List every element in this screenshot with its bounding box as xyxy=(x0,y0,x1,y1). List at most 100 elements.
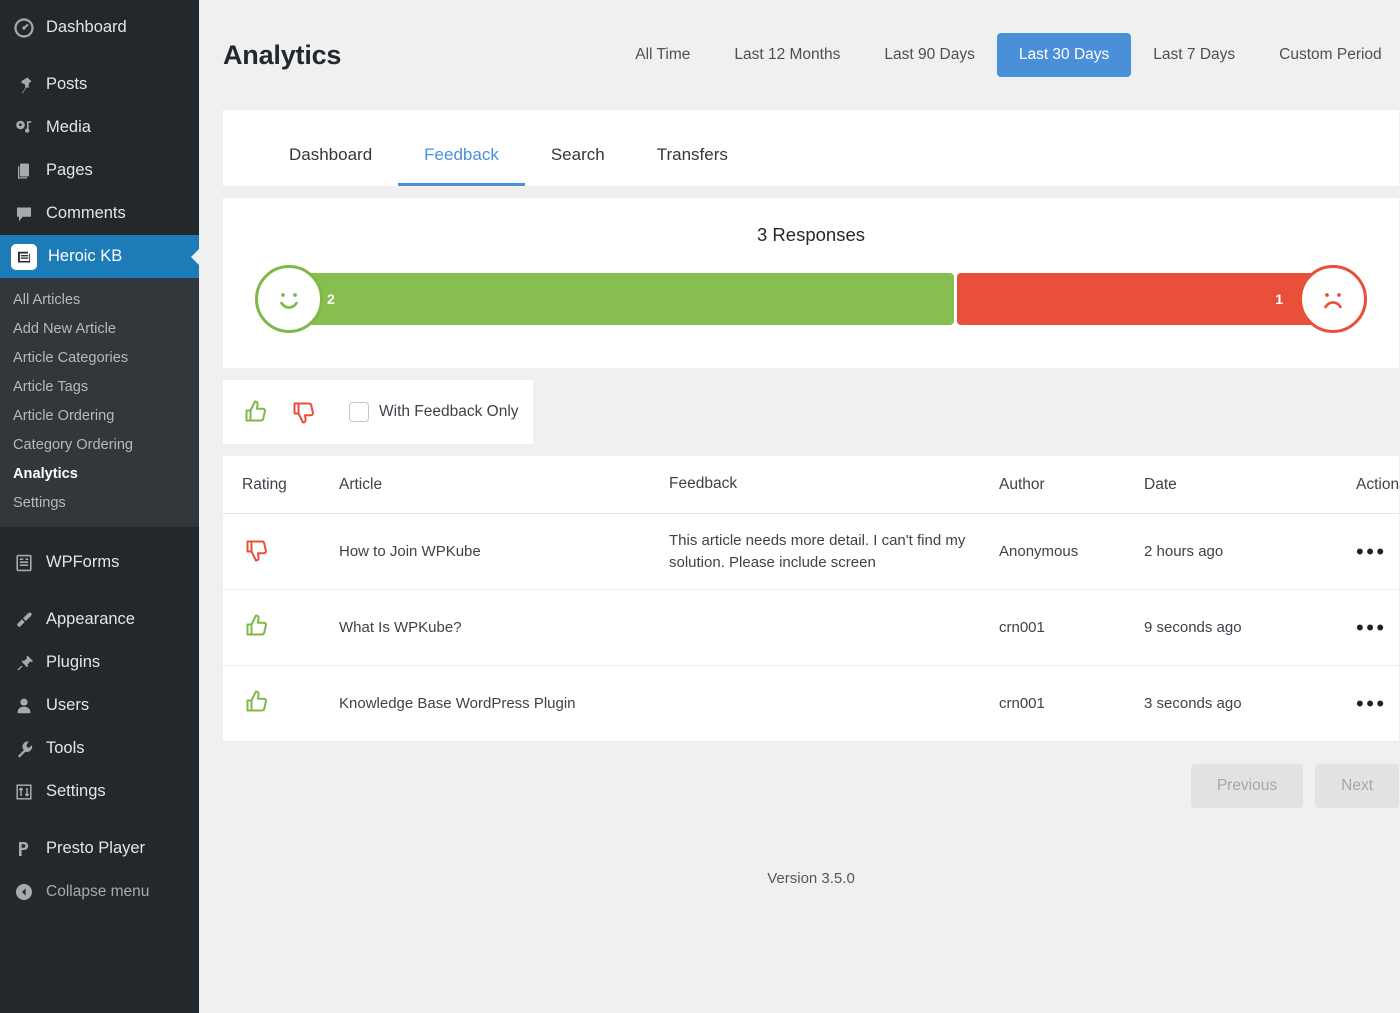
submenu-label: All Articles xyxy=(13,291,81,308)
sidebar-item-label: Posts xyxy=(46,75,88,93)
sidebar-item-media[interactable]: Media xyxy=(0,106,199,149)
sidebar-item-comments[interactable]: Comments xyxy=(0,192,199,235)
sidebar-item-wpforms[interactable]: WPForms xyxy=(0,541,199,584)
sidebar-item-label: Media xyxy=(46,118,91,136)
sidebar-item-label: WPForms xyxy=(46,553,120,571)
comments-icon xyxy=(13,203,35,225)
sidebar-item-presto-player[interactable]: Presto Player xyxy=(0,827,199,870)
sidebar-item-posts[interactable]: Posts xyxy=(0,63,199,106)
submenu-label: Article Ordering xyxy=(13,407,115,424)
period-last-90-days[interactable]: Last 90 Days xyxy=(862,33,996,77)
row-actions-menu-icon[interactable]: ••• xyxy=(1356,691,1387,716)
submenu-item-all-articles[interactable]: All Articles xyxy=(0,285,199,314)
period-last-12-months[interactable]: Last 12 Months xyxy=(712,33,862,77)
sad-face-icon xyxy=(1299,265,1367,333)
period-filter-group: All Time Last 12 Months Last 90 Days Las… xyxy=(613,33,1400,77)
submenu-item-add-new-article[interactable]: Add New Article xyxy=(0,314,199,343)
sidebar-item-label: Plugins xyxy=(46,653,101,671)
period-all-time[interactable]: All Time xyxy=(613,33,712,77)
date-cell: 3 seconds ago xyxy=(1144,695,1242,712)
sidebar-item-label: Tools xyxy=(46,739,85,757)
version-label: Version 3.5.0 xyxy=(767,870,855,887)
row-actions-menu-icon[interactable]: ••• xyxy=(1356,615,1387,640)
article-cell[interactable]: What Is WPKube? xyxy=(331,619,661,636)
sidebar-item-heroic-kb[interactable]: Heroic KB xyxy=(0,235,199,278)
sidebar-item-pages[interactable]: Pages xyxy=(0,149,199,192)
sidebar-item-plugins[interactable]: Plugins xyxy=(0,641,199,684)
sidebar-item-label: Appearance xyxy=(46,610,135,628)
table-row[interactable]: What Is WPKube? crn001 9 seconds ago ••• xyxy=(223,590,1399,666)
table-row[interactable]: How to Join WPKube This article needs mo… xyxy=(223,514,1399,590)
thumbs-up-icon xyxy=(242,614,272,645)
forms-icon xyxy=(13,552,35,574)
sidebar-item-label: Pages xyxy=(46,161,93,179)
submenu-item-article-categories[interactable]: Article Categories xyxy=(0,343,199,372)
settings-icon xyxy=(13,781,35,803)
actions-cell: ••• xyxy=(1298,615,1399,640)
submenu-label: Settings xyxy=(13,494,66,511)
tab-dashboard[interactable]: Dashboard xyxy=(263,145,398,186)
main-content: Analytics All Time Last 12 Months Last 9… xyxy=(199,0,1400,1013)
sidebar-item-dashboard[interactable]: Dashboard xyxy=(0,6,199,49)
rating-cell xyxy=(223,611,331,645)
collapse-menu-button[interactable]: Collapse menu xyxy=(0,870,199,913)
positive-bar: 2 xyxy=(297,273,954,325)
submenu-item-article-tags[interactable]: Article Tags xyxy=(0,372,199,401)
feedback-filter-bar: With Feedback Only xyxy=(223,380,533,444)
rating-cell xyxy=(223,687,331,721)
happy-face-icon xyxy=(255,265,323,333)
presto-icon xyxy=(13,838,35,860)
period-custom[interactable]: Custom Period xyxy=(1257,33,1400,77)
author-cell: crn001 xyxy=(999,695,1045,712)
row-actions-menu-icon[interactable]: ••• xyxy=(1356,539,1387,564)
table-row[interactable]: Knowledge Base WordPress Plugin crn001 3… xyxy=(223,666,1399,742)
submenu-label: Analytics xyxy=(13,465,78,482)
tab-feedback[interactable]: Feedback xyxy=(398,145,525,186)
stacked-bar: 2 1 xyxy=(297,273,1325,325)
thumbs-up-icon xyxy=(242,690,272,721)
sidebar-item-appearance[interactable]: Appearance xyxy=(0,598,199,641)
submenu-item-settings[interactable]: Settings xyxy=(0,488,199,517)
sidebar-item-users[interactable]: Users xyxy=(0,684,199,727)
period-last-7-days[interactable]: Last 7 Days xyxy=(1131,33,1257,77)
with-feedback-only-checkbox[interactable]: With Feedback Only xyxy=(349,402,519,422)
submenu-label: Add New Article xyxy=(13,320,117,337)
submenu-item-article-ordering[interactable]: Article Ordering xyxy=(0,401,199,430)
book-icon xyxy=(11,243,37,270)
admin-page: Dashboard Posts Media Pages Comments Her… xyxy=(0,0,1400,1013)
submenu-item-category-ordering[interactable]: Category Ordering xyxy=(0,430,199,459)
article-cell[interactable]: How to Join WPKube xyxy=(331,543,661,560)
brush-icon xyxy=(13,609,35,631)
tab-search[interactable]: Search xyxy=(525,145,631,186)
page-header: Analytics All Time Last 12 Months Last 9… xyxy=(199,0,1400,110)
tabs-card: Dashboard Feedback Search Transfers xyxy=(223,110,1399,186)
period-last-30-days[interactable]: Last 30 Days xyxy=(996,33,1132,77)
submenu-item-analytics[interactable]: Analytics xyxy=(0,459,199,488)
plug-icon xyxy=(13,652,35,674)
column-header-feedback: Feedback xyxy=(669,475,738,493)
sidebar: Dashboard Posts Media Pages Comments Her… xyxy=(0,0,199,1013)
positive-bar-value: 2 xyxy=(327,291,335,307)
previous-page-button[interactable]: Previous xyxy=(1190,764,1304,808)
pagination: Previous Next xyxy=(223,764,1399,808)
responses-chart: 3 Responses 2 1 xyxy=(223,198,1399,368)
next-page-button[interactable]: Next xyxy=(1315,764,1399,808)
sidebar-item-settings[interactable]: Settings xyxy=(0,770,199,813)
checkbox-box[interactable] xyxy=(349,402,369,422)
author-cell: Anonymous xyxy=(999,543,1079,560)
column-header-author: Author xyxy=(999,475,1045,493)
actions-cell: ••• xyxy=(1298,691,1399,716)
sidebar-item-label: Settings xyxy=(46,782,106,800)
thumbs-up-filter-icon[interactable] xyxy=(241,395,275,429)
author-cell: crn001 xyxy=(999,619,1045,636)
sidebar-item-label: Users xyxy=(46,696,90,714)
responses-card: 3 Responses 2 1 xyxy=(223,198,1399,368)
tab-transfers[interactable]: Transfers xyxy=(631,145,754,186)
sidebar-item-tools[interactable]: Tools xyxy=(0,727,199,770)
collapse-menu-label: Collapse menu xyxy=(46,882,150,900)
thumbs-down-filter-icon[interactable] xyxy=(289,395,323,429)
article-cell[interactable]: Knowledge Base WordPress Plugin xyxy=(331,695,661,712)
rating-cell xyxy=(223,535,331,569)
